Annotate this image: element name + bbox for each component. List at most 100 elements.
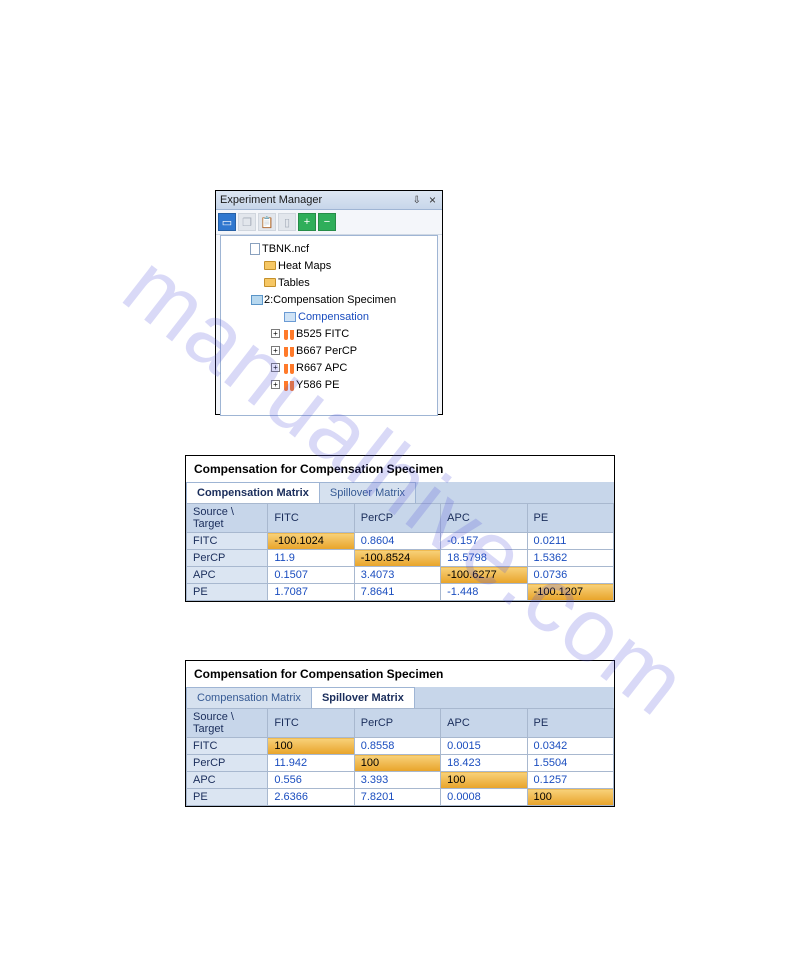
tube-icon: [284, 362, 294, 374]
tree-item[interactable]: Compensation: [225, 308, 433, 325]
tree-item-label: B525 FITC: [296, 328, 349, 340]
tree-item-label: Y586 PE: [296, 379, 339, 391]
toolbar: ▭ ❐ 📋 ▯ + −: [216, 210, 442, 235]
table-row: FITC-100.10240.8604-0.1570.0211: [187, 533, 614, 550]
row-header: FITC: [187, 533, 268, 550]
table-row: PE2.63667.82010.0008100: [187, 789, 614, 806]
row-header: APC: [187, 567, 268, 584]
tab-spillover-matrix[interactable]: Spillover Matrix: [319, 482, 416, 503]
page-icon: [250, 243, 260, 255]
cell: 3.393: [354, 772, 440, 789]
cell: 3.4073: [354, 567, 440, 584]
tree-view[interactable]: TBNK.ncf Heat Maps Tables−2:Compensation S…: [220, 235, 438, 416]
cell: 7.8641: [354, 584, 440, 601]
tree-item[interactable]: + Y586 PE: [225, 376, 433, 393]
compensation-matrix-table: Source \ TargetFITCPerCPAPCPEFITC-100.10…: [186, 503, 614, 601]
cell: 0.556: [268, 772, 354, 789]
tree-item-label: 2:Compensation Specimen: [264, 294, 396, 306]
row-header: PerCP: [187, 755, 268, 772]
table-row: FITC1000.85580.00150.0342: [187, 738, 614, 755]
add-button[interactable]: +: [298, 213, 316, 231]
page-icon[interactable]: ▯: [278, 213, 296, 231]
cell: 11.9: [268, 550, 354, 567]
tree-item[interactable]: + B525 FITC: [225, 325, 433, 342]
panel-titlebar: Experiment Manager ⇩ ×: [216, 191, 442, 210]
column-header: PE: [527, 709, 613, 738]
tree-item[interactable]: −2:Compensation Specimen: [225, 291, 433, 308]
tab-compensation-matrix[interactable]: Compensation Matrix: [186, 482, 320, 503]
cell: -100.6277: [441, 567, 527, 584]
expand-toggle-icon[interactable]: +: [271, 380, 280, 389]
tree-item[interactable]: Heat Maps: [225, 257, 433, 274]
row-header: FITC: [187, 738, 268, 755]
tab-compensation-matrix[interactable]: Compensation Matrix: [186, 687, 312, 708]
cell: 0.0736: [527, 567, 613, 584]
cell: 100: [268, 738, 354, 755]
cell: 100: [354, 755, 440, 772]
cell: 1.5504: [527, 755, 613, 772]
folder-icon: [264, 261, 276, 270]
paste-icon[interactable]: 📋: [258, 213, 276, 231]
tree-item-label: Heat Maps: [278, 260, 331, 272]
expand-toggle-icon[interactable]: +: [271, 363, 280, 372]
cell: -100.1024: [268, 533, 354, 550]
column-header: APC: [441, 504, 527, 533]
row-header: PE: [187, 584, 268, 601]
cell: 0.0015: [441, 738, 527, 755]
cell: 100: [527, 789, 613, 806]
cell: 0.0008: [441, 789, 527, 806]
tree-item[interactable]: + R667 APC: [225, 359, 433, 376]
cell: 7.8201: [354, 789, 440, 806]
cell: -1.448: [441, 584, 527, 601]
remove-button[interactable]: −: [318, 213, 336, 231]
tree-item-label: Compensation: [298, 311, 369, 323]
cell: 18.423: [441, 755, 527, 772]
toolbar-button-1[interactable]: ▭: [218, 213, 236, 231]
tab-spillover-matrix[interactable]: Spillover Matrix: [311, 687, 415, 708]
tree-item-label: R667 APC: [296, 362, 347, 374]
folder-icon: [264, 278, 276, 287]
cell: 0.1257: [527, 772, 613, 789]
cell: 2.6366: [268, 789, 354, 806]
cell: 100: [441, 772, 527, 789]
pin-icon[interactable]: ⇩: [413, 195, 421, 206]
table-row: PerCP11.9-100.852418.57981.5362: [187, 550, 614, 567]
close-icon[interactable]: ×: [427, 193, 438, 207]
cell: 11.942: [268, 755, 354, 772]
cell: -100.8524: [354, 550, 440, 567]
table-row: PE1.70877.8641-1.448-100.1207: [187, 584, 614, 601]
compensation-matrix-panel: Compensation for Compensation Specimen C…: [185, 455, 615, 602]
cell: 1.7087: [268, 584, 354, 601]
copy-icon[interactable]: ❐: [238, 213, 256, 231]
column-header: FITC: [268, 504, 354, 533]
row-header: PerCP: [187, 550, 268, 567]
tab-bar: Compensation Matrix Spillover Matrix: [186, 687, 614, 708]
table-title: Compensation for Compensation Specimen: [186, 661, 614, 687]
tree-item[interactable]: TBNK.ncf: [225, 240, 433, 257]
tree-item-label: B667 PerCP: [296, 345, 357, 357]
cell: 0.8558: [354, 738, 440, 755]
experiment-manager-panel: Experiment Manager ⇩ × ▭ ❐ 📋 ▯ + − TBNK.…: [215, 190, 443, 415]
column-header: APC: [441, 709, 527, 738]
tube-icon: [284, 379, 294, 391]
tube-icon: [284, 345, 294, 357]
corner-header: Source \ Target: [187, 504, 268, 533]
row-header: APC: [187, 772, 268, 789]
expand-toggle-icon[interactable]: +: [271, 329, 280, 338]
corner-header: Source \ Target: [187, 709, 268, 738]
table-row: PerCP11.94210018.4231.5504: [187, 755, 614, 772]
cell: 1.5362: [527, 550, 613, 567]
tree-item[interactable]: Tables: [225, 274, 433, 291]
tree-item-label: TBNK.ncf: [262, 243, 309, 255]
cell: 0.0211: [527, 533, 613, 550]
column-header: PerCP: [354, 504, 440, 533]
row-header: PE: [187, 789, 268, 806]
column-header: FITC: [268, 709, 354, 738]
tree-item[interactable]: + B667 PerCP: [225, 342, 433, 359]
table-row: APC0.15073.4073-100.62770.0736: [187, 567, 614, 584]
cell: -100.1207: [527, 584, 613, 601]
panel-icon: [251, 295, 263, 305]
expand-toggle-icon[interactable]: +: [271, 346, 280, 355]
table-title: Compensation for Compensation Specimen: [186, 456, 614, 482]
cell: -0.157: [441, 533, 527, 550]
